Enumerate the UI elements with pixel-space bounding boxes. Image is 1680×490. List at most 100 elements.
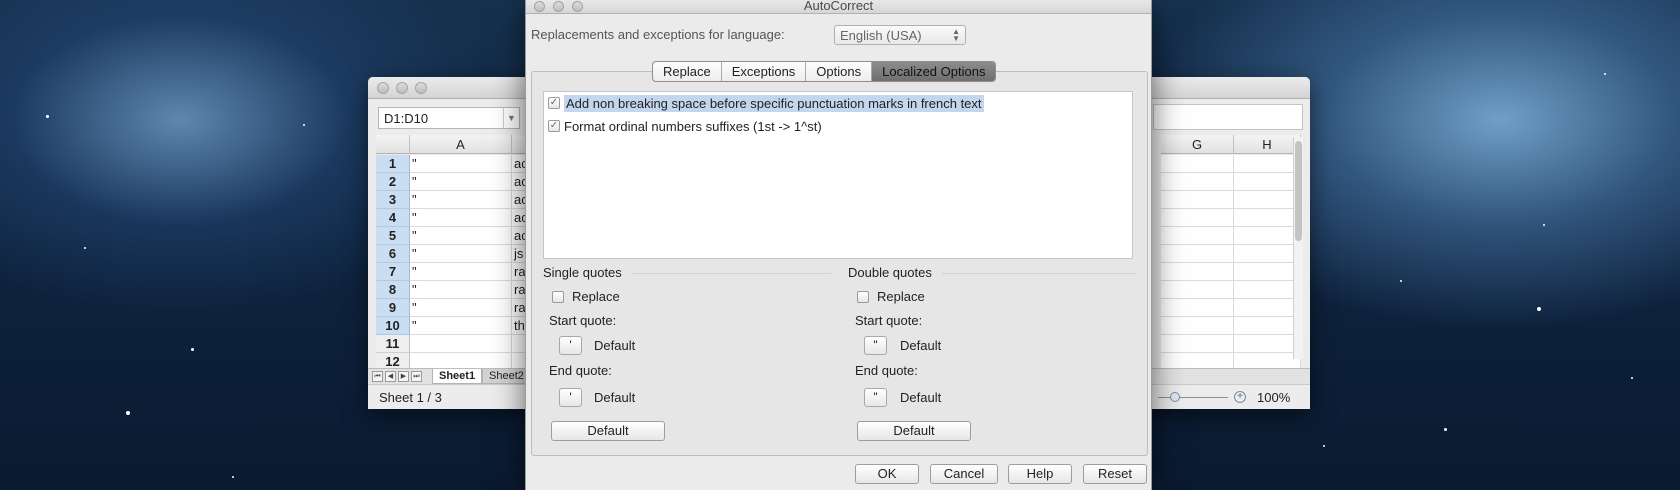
sheet-tab-sheet2[interactable]: Sheet2 [482, 369, 531, 384]
zoom-button[interactable] [415, 82, 427, 94]
cell-a[interactable]: " [410, 209, 512, 227]
cell-g[interactable] [1161, 173, 1234, 191]
dialog-minimize-button[interactable] [553, 1, 564, 12]
row-header[interactable]: 2 [376, 173, 410, 191]
cell-a[interactable]: " [410, 191, 512, 209]
cell-h[interactable] [1234, 263, 1301, 281]
help-button[interactable]: Help [1008, 464, 1072, 484]
close-button[interactable] [377, 82, 389, 94]
formula-input[interactable] [1153, 104, 1303, 130]
cell-a[interactable]: " [410, 281, 512, 299]
last-sheet-icon[interactable]: ⏭ [411, 371, 422, 382]
cell-g[interactable] [1161, 263, 1234, 281]
select-all-corner[interactable] [376, 135, 410, 154]
cell-a[interactable]: " [410, 155, 512, 173]
chevron-down-icon[interactable]: ▼ [503, 108, 519, 128]
cell-g[interactable] [1161, 155, 1234, 173]
star [1537, 307, 1541, 311]
zoom-slider[interactable] [1158, 397, 1228, 398]
ok-button[interactable]: OK [855, 464, 919, 484]
dialog-close-button[interactable] [534, 1, 545, 12]
cell-h[interactable] [1234, 191, 1301, 209]
name-box[interactable]: D1:D10 ▼ [378, 107, 520, 129]
cell-h[interactable] [1234, 209, 1301, 227]
option-label: Format ordinal numbers suffixes (1st -> … [564, 118, 822, 134]
minimize-button[interactable] [396, 82, 408, 94]
tab-replace[interactable]: Replace [653, 62, 722, 81]
cell-a[interactable]: " [410, 245, 512, 263]
reset-button[interactable]: Reset [1083, 464, 1147, 484]
cell-a[interactable]: " [410, 317, 512, 335]
scrollbar-thumb[interactable] [1295, 141, 1302, 241]
zoom-level: 100% [1257, 390, 1291, 405]
cell-g[interactable] [1161, 245, 1234, 263]
double-quotes-title: Double quotes [848, 265, 932, 280]
localized-options-list[interactable]: ✓ Add non breaking space before specific… [543, 91, 1133, 259]
cell-h[interactable] [1234, 281, 1301, 299]
row-header[interactable]: 8 [376, 281, 410, 299]
cell-g[interactable] [1161, 191, 1234, 209]
zoom-in-icon[interactable]: + [1234, 391, 1246, 403]
first-sheet-icon[interactable]: ⏮ [372, 371, 383, 382]
column-header-h[interactable]: H [1234, 135, 1301, 154]
column-header-a[interactable]: A [410, 135, 512, 154]
cell-h[interactable] [1234, 245, 1301, 263]
cell-a[interactable]: " [410, 299, 512, 317]
language-select[interactable]: English (USA) ▲ ▼ [834, 25, 966, 45]
cell-h[interactable] [1234, 317, 1301, 335]
row-header[interactable]: 5 [376, 227, 410, 245]
double-replace-option[interactable]: Replace [857, 289, 925, 304]
cell-h[interactable] [1234, 173, 1301, 191]
row-header[interactable]: 6 [376, 245, 410, 263]
tab-options[interactable]: Options [806, 62, 873, 81]
double-default-button[interactable]: Default [857, 421, 971, 441]
sheet-tab-sheet1[interactable]: Sheet1 [432, 369, 483, 384]
prev-sheet-icon[interactable]: ◀ [385, 371, 396, 382]
row-header[interactable]: 10 [376, 317, 410, 335]
single-end-default: Default [594, 390, 636, 405]
vertical-scrollbar[interactable] [1293, 137, 1303, 359]
star [303, 124, 305, 126]
cell-h[interactable] [1234, 335, 1301, 353]
row-header[interactable]: 11 [376, 335, 410, 353]
row-header[interactable]: 3 [376, 191, 410, 209]
next-sheet-icon[interactable]: ▶ [398, 371, 409, 382]
cell-g[interactable] [1161, 317, 1234, 335]
updown-arrows-icon: ▲ ▼ [952, 27, 960, 43]
column-header-g[interactable]: G [1161, 135, 1234, 154]
checkbox-ordinal-suffix[interactable]: ✓ [548, 120, 560, 132]
tab-exceptions[interactable]: Exceptions [722, 62, 807, 81]
single-start-quote-button[interactable]: ' [559, 336, 582, 355]
cell-h[interactable] [1234, 155, 1301, 173]
dialog-zoom-button[interactable] [572, 1, 583, 12]
cell-g[interactable] [1161, 227, 1234, 245]
cell-g[interactable] [1161, 299, 1234, 317]
cell-a[interactable]: " [410, 173, 512, 191]
list-item[interactable]: ✓ Add non breaking space before specific… [548, 94, 984, 112]
cell-a[interactable] [410, 335, 512, 353]
double-start-quote-button[interactable]: " [864, 336, 887, 355]
double-replace-checkbox[interactable] [857, 290, 869, 303]
cell-a[interactable]: " [410, 227, 512, 245]
double-end-quote-button[interactable]: " [864, 388, 887, 407]
list-item[interactable]: ✓ Format ordinal numbers suffixes (1st -… [548, 117, 822, 135]
cell-h[interactable] [1234, 299, 1301, 317]
tab-localized-options[interactable]: Localized Options [872, 62, 996, 81]
row-header[interactable]: 4 [376, 209, 410, 227]
cell-g[interactable] [1161, 281, 1234, 299]
cell-g[interactable] [1161, 209, 1234, 227]
single-end-quote-button[interactable]: ' [559, 388, 582, 407]
cell-a[interactable]: " [410, 263, 512, 281]
checkbox-french-space[interactable]: ✓ [548, 97, 560, 109]
zoom-slider-knob[interactable] [1170, 392, 1180, 402]
cell-h[interactable] [1234, 227, 1301, 245]
row-header[interactable]: 1 [376, 155, 410, 173]
row-header[interactable]: 9 [376, 299, 410, 317]
single-replace-checkbox[interactable] [552, 290, 564, 303]
cell-g[interactable] [1161, 335, 1234, 353]
star [46, 115, 49, 118]
cancel-button[interactable]: Cancel [930, 464, 998, 484]
single-replace-option[interactable]: Replace [552, 289, 620, 304]
single-default-button[interactable]: Default [551, 421, 665, 441]
row-header[interactable]: 7 [376, 263, 410, 281]
